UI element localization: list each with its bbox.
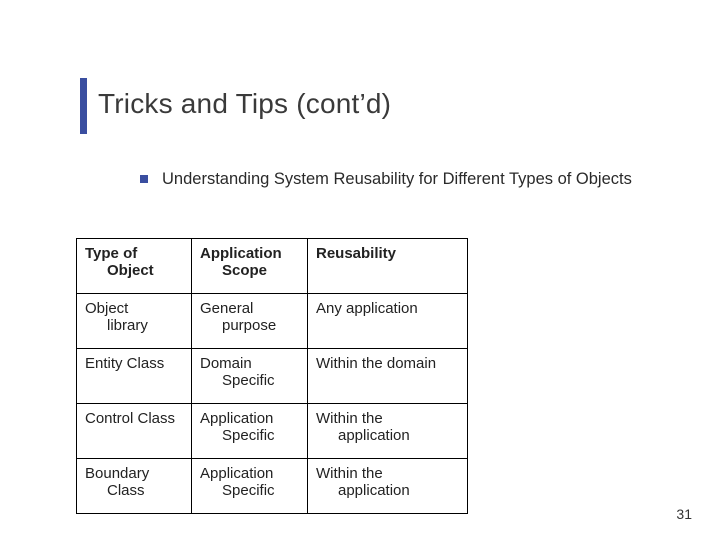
table-row: Control Class Application Specific Withi… [77,404,468,459]
cell-line1: Within the [316,465,383,482]
cell-type: Control Class [77,404,192,459]
cell-line1: Domain [200,355,252,372]
cell-reusability: Within the domain [308,349,468,404]
cell-line1: Control Class [85,410,175,427]
header-line2: Scope [200,262,297,279]
cell-line2: library [85,317,181,334]
cell-line2: Specific [200,427,297,444]
cell-reusability: Within the application [308,459,468,514]
title-accent-bar [80,78,87,134]
table-row: Boundary Class Application Specific With… [77,459,468,514]
cell-line2: application [316,482,457,499]
header-line1: Type of [85,245,137,262]
cell-type: Object library [77,294,192,349]
header-line1: Application [200,245,282,262]
header-type-of-object: Type of Object [77,239,192,294]
header-line1: Reusability [316,245,396,262]
bullet-square-icon [140,175,148,183]
table-row: Object library General purpose Any appli… [77,294,468,349]
table-header-row: Type of Object Application Scope Reusabi… [77,239,468,294]
cell-line1: Boundary [85,465,149,482]
cell-line2: Specific [200,372,297,389]
cell-line1: Application [200,410,273,427]
cell-line1: Within the [316,410,383,427]
cell-line1: General [200,300,253,317]
cell-line1: Entity Class [85,355,164,372]
cell-line2: purpose [200,317,297,334]
reusability-table: Type of Object Application Scope Reusabi… [76,238,468,514]
cell-line2: Class [85,482,181,499]
bullet-item: Understanding System Reusability for Dif… [140,168,670,190]
cell-type: Entity Class [77,349,192,404]
cell-line1: Within the domain [316,355,436,372]
cell-reusability: Within the application [308,404,468,459]
slide: Tricks and Tips (cont’d) Understanding S… [0,0,720,540]
bullet-text: Understanding System Reusability for Dif… [162,168,670,190]
cell-line1: Any application [316,300,418,317]
cell-line2: Specific [200,482,297,499]
cell-scope: Application Specific [192,459,308,514]
slide-title: Tricks and Tips (cont’d) [98,88,391,120]
cell-line2: application [316,427,457,444]
slide-number: 31 [676,506,692,522]
header-application-scope: Application Scope [192,239,308,294]
cell-type: Boundary Class [77,459,192,514]
header-line2: Object [85,262,181,279]
header-reusability: Reusability [308,239,468,294]
cell-reusability: Any application [308,294,468,349]
cell-scope: Domain Specific [192,349,308,404]
cell-line1: Object [85,300,128,317]
table-row: Entity Class Domain Specific Within the … [77,349,468,404]
cell-line1: Application [200,465,273,482]
cell-scope: Application Specific [192,404,308,459]
cell-scope: General purpose [192,294,308,349]
